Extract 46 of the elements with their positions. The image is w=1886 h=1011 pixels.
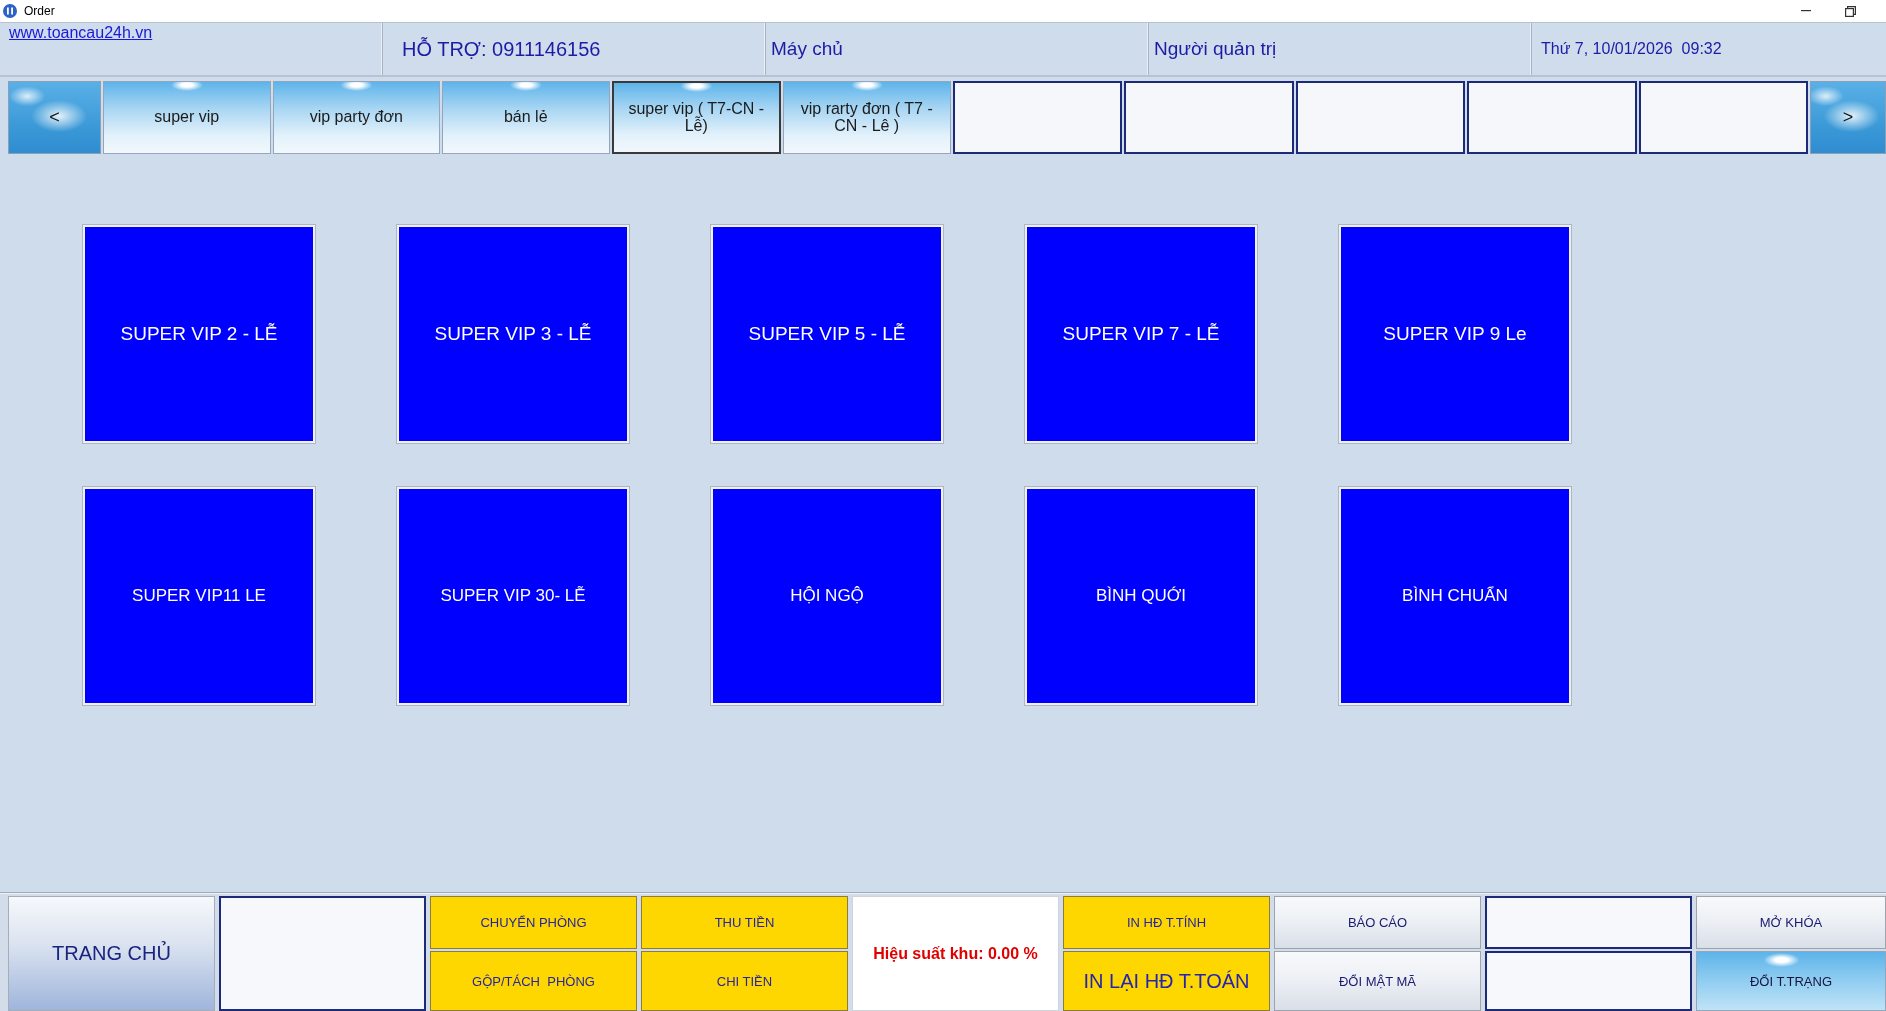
action-button[interactable]: THU TIỀN: [641, 896, 848, 949]
menu-button[interactable]: MỞ KHÓA: [1696, 896, 1886, 949]
room-tile[interactable]: SUPER VIP 3 - LỄ: [397, 225, 629, 443]
home-button[interactable]: TRANG CHỦ: [8, 896, 215, 1011]
action-button[interactable]: ĐỔI T.TRẠNG: [1696, 951, 1886, 1011]
room-tile[interactable]: BÌNH CHUẨN: [1339, 487, 1571, 705]
room-tile[interactable]: SUPER VIP 9 Le: [1339, 225, 1571, 443]
blank-button[interactable]: [1485, 951, 1692, 1011]
menu-button[interactable]: BÁO CÁO: [1274, 896, 1481, 949]
area-tab[interactable]: vip party đơn: [272, 81, 440, 154]
date-time-text: Thứ 7, 10/01/2026 09:32: [1541, 40, 1722, 58]
previous-button[interactable]: <: [8, 81, 101, 154]
app-logo-icon: [3, 4, 17, 18]
blank-tab[interactable]: [952, 81, 1122, 154]
window-title: Order: [24, 4, 55, 18]
room-tile[interactable]: SUPER VIP 30- LỄ: [397, 487, 629, 705]
blank-tab[interactable]: [1638, 81, 1808, 154]
next-button[interactable]: >: [1810, 81, 1886, 154]
server-label: Máy chủ: [771, 38, 843, 60]
minimize-icon: [1801, 10, 1811, 12]
blank-tab[interactable]: [1295, 81, 1465, 154]
restore-icon: [1845, 5, 1856, 17]
blank-button[interactable]: [1485, 896, 1692, 949]
action-button[interactable]: GỘP/TÁCH PHÒNG: [430, 951, 637, 1011]
efficiency-text: Hiệu suất khu: 0.00 %: [852, 896, 1059, 1011]
menu-button[interactable]: ĐỔI MẬT MÃ: [1274, 951, 1481, 1011]
blank-tab[interactable]: [1124, 81, 1294, 154]
blank-button[interactable]: [219, 896, 426, 1011]
support-phone-text: HỖ TRỢ: 0911146156: [402, 37, 601, 61]
action-button[interactable]: IN HĐ T.TÍNH: [1063, 896, 1270, 949]
room-tile[interactable]: SUPER VIP 2 - LỄ: [83, 225, 315, 443]
area-tab[interactable]: vip rarty đơn ( T7 - CN - Lê ): [783, 81, 951, 154]
room-tile[interactable]: SUPER VIP 7 - LỄ: [1025, 225, 1257, 443]
action-button[interactable]: CHI TIỀN: [641, 951, 848, 1011]
blank-tab[interactable]: [1467, 81, 1637, 154]
action-button[interactable]: IN LẠI HĐ T.TOÁN: [1063, 951, 1270, 1011]
room-tile[interactable]: BÌNH QUỚI: [1025, 487, 1257, 705]
area-tab[interactable]: bán lẻ: [442, 81, 610, 154]
room-tile[interactable]: SUPER VIP 5 - LỄ: [711, 225, 943, 443]
area-tab[interactable]: super vip ( T7-CN - Lễ): [611, 81, 781, 154]
action-button[interactable]: CHUYỂN PHÒNG: [430, 896, 637, 949]
area-tab[interactable]: super vip: [103, 81, 271, 154]
room-tile[interactable]: HỘI NGỘ: [711, 487, 943, 705]
room-tile[interactable]: SUPER VIP11 LE: [83, 487, 315, 705]
website-link[interactable]: www.toancau24h.vn: [9, 24, 153, 42]
user-label: Người quản trị: [1154, 38, 1277, 60]
